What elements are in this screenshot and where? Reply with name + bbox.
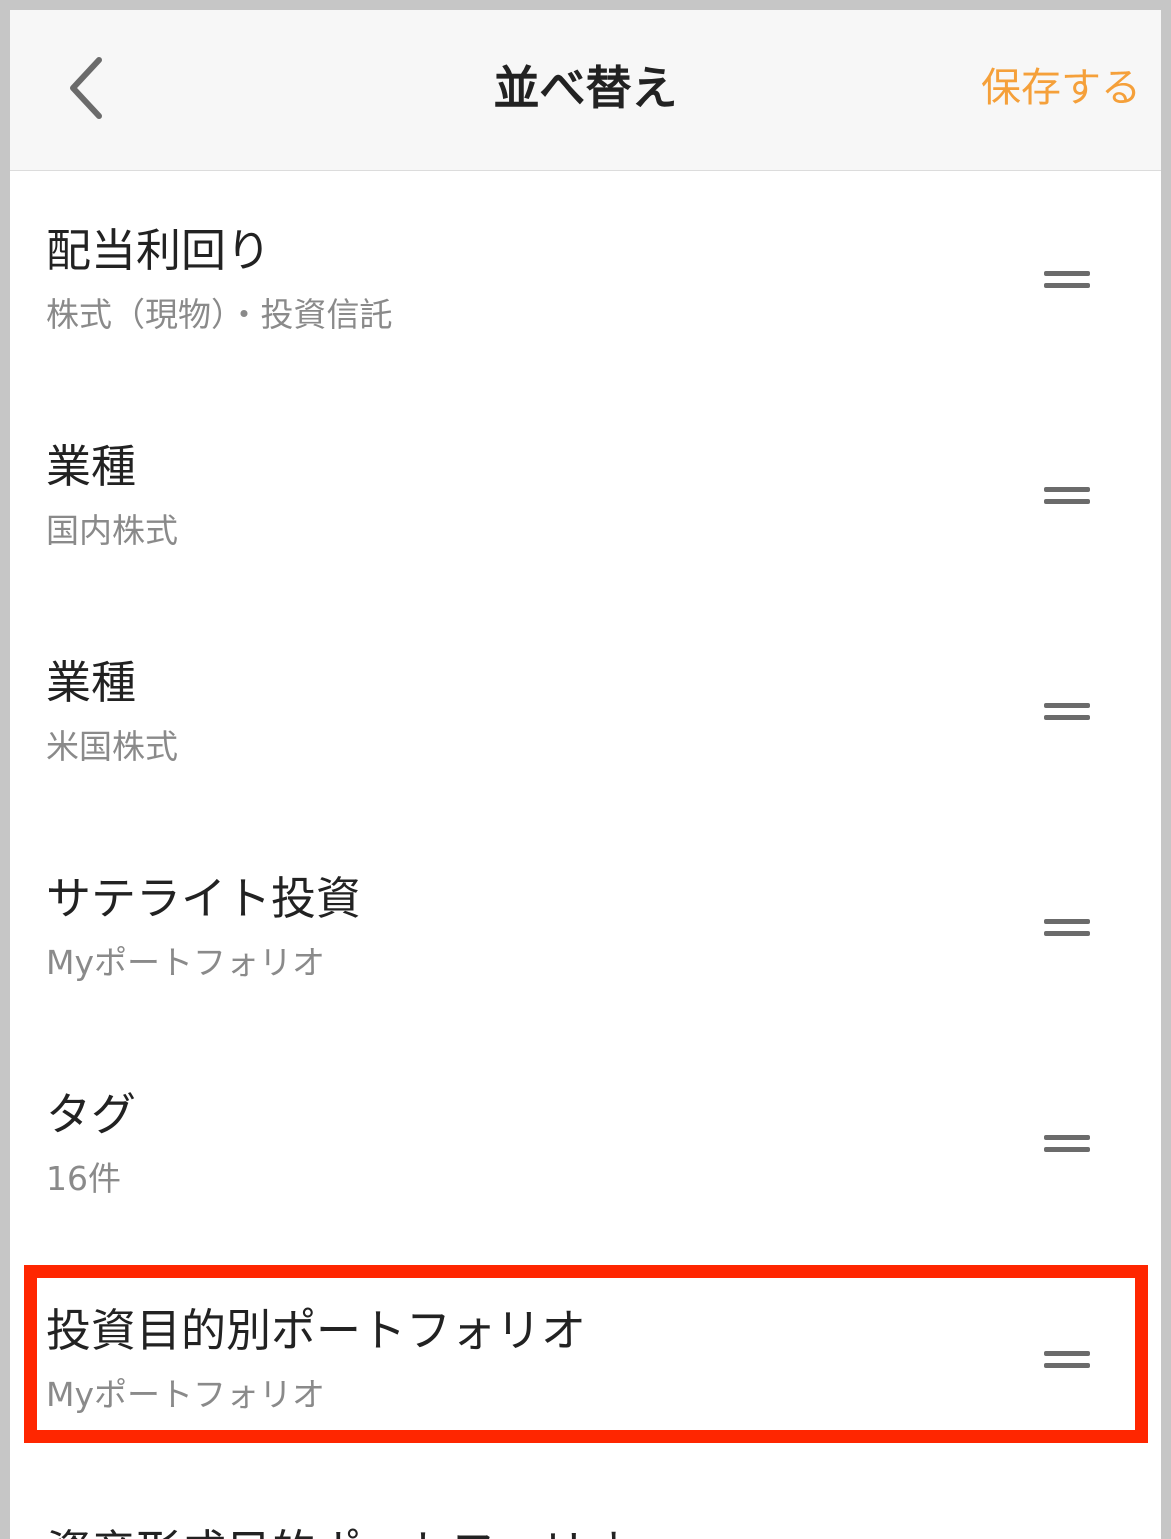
list-item-subtitle: Myポートフォリオ	[46, 943, 326, 982]
list-item[interactable]: 業種 国内株式	[10, 387, 1161, 603]
list-item[interactable]: 業種 米国株式	[10, 603, 1161, 819]
list-item[interactable]: サテライト投資 Myポートフォリオ	[10, 819, 1161, 1035]
list-item-subtitle: Myポートフォリオ	[46, 1375, 326, 1414]
list-item-title: 業種	[46, 656, 137, 709]
drag-handle-icon[interactable]	[1040, 261, 1094, 301]
drag-handle-icon[interactable]	[1040, 909, 1094, 949]
list-item-highlighted[interactable]: 投資目的別ポートフォリオ Myポートフォリオ	[10, 1251, 1161, 1467]
chevron-left-icon	[70, 57, 102, 119]
list-item-title: サテライト投資	[46, 872, 362, 925]
drag-handle-icon[interactable]	[1040, 1125, 1094, 1165]
list-item-title: 資産形成目的ポートフォリオ	[46, 1522, 631, 1539]
list-item-title: 業種	[46, 440, 137, 493]
save-button[interactable]: 保存する	[981, 60, 1141, 116]
list-item[interactable]: 配当利回り 株式（現物）・投資信託	[10, 171, 1161, 387]
back-button[interactable]	[50, 48, 120, 128]
drag-handle-icon[interactable]	[1040, 693, 1094, 733]
list-item[interactable]: タグ 16件	[10, 1035, 1161, 1251]
app-frame: 並べ替え 保存する 配当利回り 株式（現物）・投資信託 業種 国内株式 業種 米…	[10, 10, 1161, 1539]
nav-header: 並べ替え 保存する	[10, 10, 1161, 171]
list-item-title: タグ	[46, 1088, 137, 1141]
list-item-title: 配当利回り	[46, 224, 272, 277]
list-item-subtitle: 国内株式	[46, 511, 178, 550]
drag-handle-icon[interactable]	[1040, 477, 1094, 517]
list-item-title: 投資目的別ポートフォリオ	[46, 1304, 587, 1357]
list-item-partial[interactable]: 資産形成目的ポートフォリオ	[46, 1514, 646, 1539]
list-item-subtitle: 米国株式	[46, 727, 178, 766]
list-item-subtitle: 株式（現物）・投資信託	[46, 295, 393, 334]
list-item-subtitle: 16件	[46, 1159, 121, 1198]
page-title: 並べ替え	[493, 61, 678, 115]
drag-handle-icon[interactable]	[1040, 1341, 1094, 1381]
